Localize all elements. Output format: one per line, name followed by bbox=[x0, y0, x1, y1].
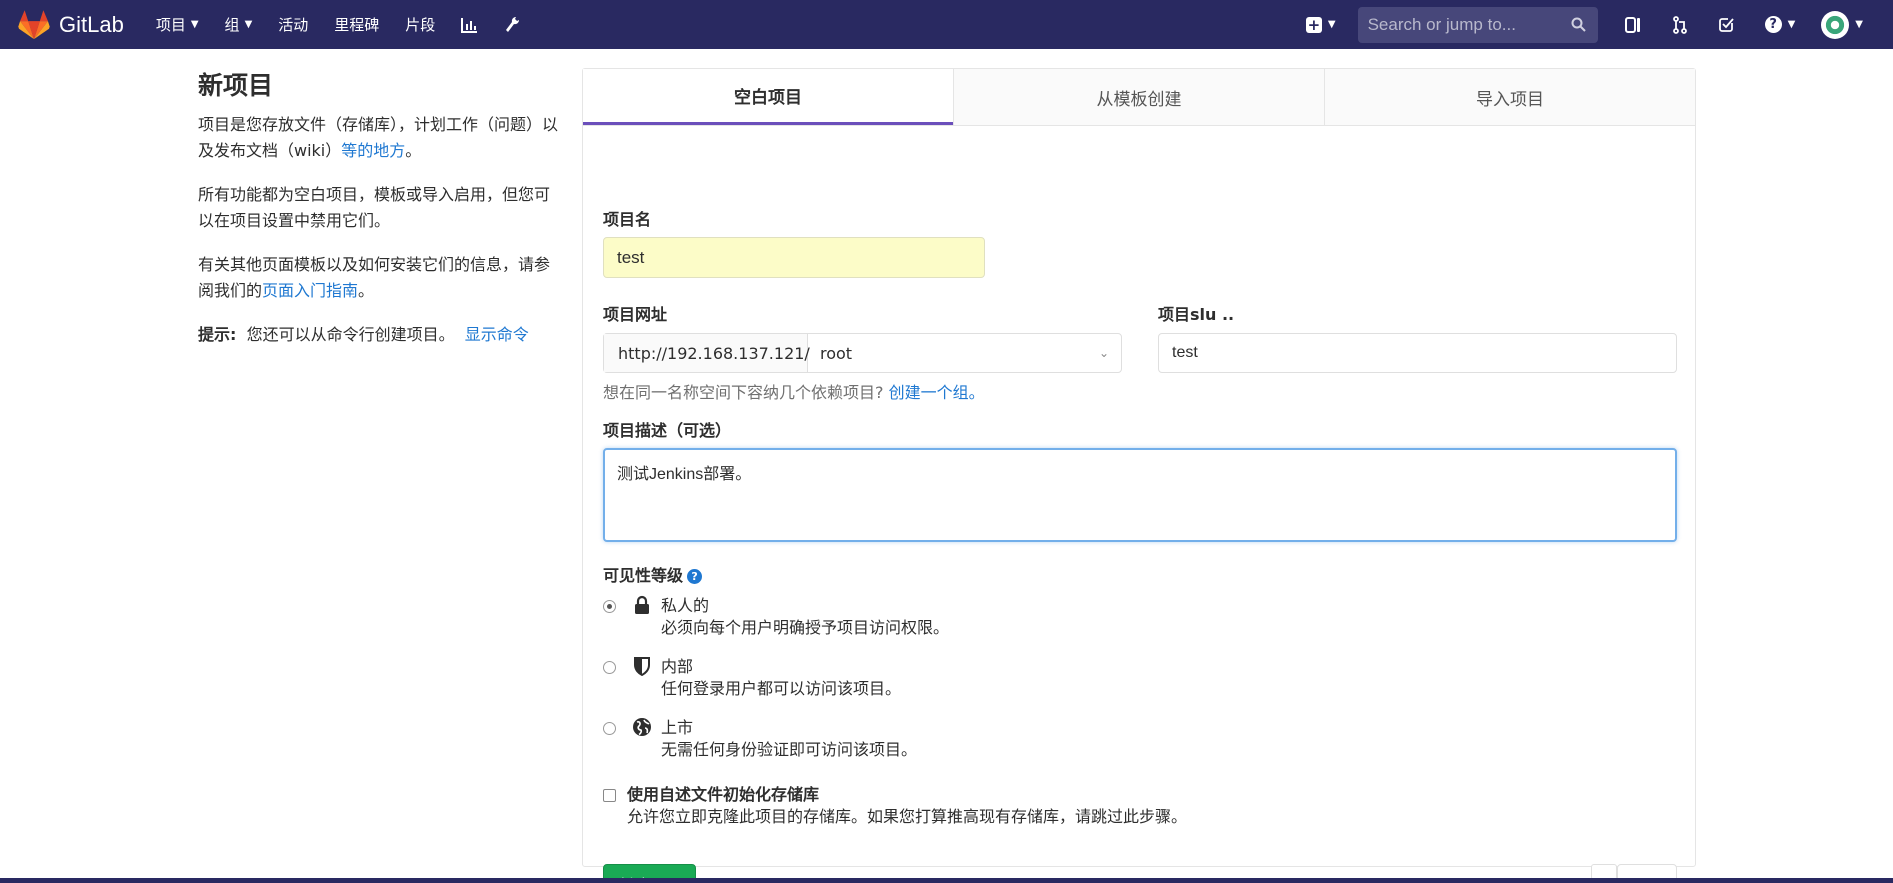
nav-milestones[interactable]: 里程碑 bbox=[334, 14, 379, 35]
namespace-select[interactable]: root ⌄ bbox=[808, 334, 1121, 372]
shield-icon bbox=[631, 656, 653, 700]
gitlab-logo[interactable]: GitLab bbox=[18, 9, 124, 40]
project-name-label: 项目名 bbox=[603, 210, 652, 229]
group-help-question: 想在同一名称空间下容纳几个依赖项目? bbox=[603, 383, 884, 402]
readme-checkbox[interactable] bbox=[603, 789, 616, 802]
readme-title: 使用自述文件初始化存储库 bbox=[627, 785, 820, 804]
readme-desc: 允许您立即克隆此项目的存储库。如果您打算推高现有存储库，请跳过此步骤。 bbox=[627, 807, 1188, 826]
public-title: 上市 bbox=[661, 718, 694, 737]
nav-activity-label: 活动 bbox=[278, 16, 309, 34]
chevron-down-icon: ▼ bbox=[1787, 19, 1796, 30]
project-name-input[interactable] bbox=[603, 237, 985, 278]
tab-import-project[interactable]: 导入项目 bbox=[1324, 69, 1695, 125]
chart-icon[interactable] bbox=[461, 17, 478, 33]
nav-snippets-label: 片段 bbox=[405, 16, 436, 34]
intro-link[interactable]: 等的地方 bbox=[341, 141, 405, 160]
chevron-down-icon: ⌄ bbox=[1098, 346, 1109, 360]
search-icon bbox=[1571, 17, 1586, 32]
todo-icon[interactable] bbox=[1718, 16, 1735, 33]
help-dropdown[interactable]: ? ▼ bbox=[1764, 16, 1796, 33]
visibility-label-text: 可见性等级 bbox=[603, 566, 684, 585]
tab-create-from-template[interactable]: 从模板创建 bbox=[953, 69, 1324, 125]
info-column: 新项目 项目是您存放文件（存储库），计划工作（问题）以及发布文档（wiki）等的… bbox=[198, 66, 558, 366]
plus-icon: + bbox=[1305, 15, 1322, 34]
private-title: 私人的 bbox=[661, 596, 710, 615]
description-label: 项目描述（可选） bbox=[603, 421, 732, 440]
nav-projects-label: 项目 bbox=[155, 16, 186, 34]
nav-milestones-label: 里程碑 bbox=[334, 16, 380, 34]
wrench-icon[interactable] bbox=[504, 16, 521, 34]
globe-icon bbox=[631, 717, 653, 761]
intro-end: 。 bbox=[405, 141, 422, 160]
private-desc: 必须向每个用户明确授予项目访问权限。 bbox=[661, 618, 950, 637]
project-url-label: 项目网址 bbox=[603, 305, 668, 324]
new-project-panel: 空白项目 从模板创建 导入项目 项目名 项目网址 http://192.168.… bbox=[582, 68, 1696, 883]
tip-text: 您还可以从命令行创建项目。 bbox=[246, 325, 455, 344]
internal-desc: 任何登录用户都可以访问该项目。 bbox=[661, 679, 902, 698]
visibility-label: 可见性等级? bbox=[603, 562, 703, 586]
chevron-down-icon: ▼ bbox=[190, 19, 199, 30]
lock-icon bbox=[631, 595, 653, 639]
tip-paragraph: 提示: 您还可以从命令行创建项目。 显示命令 bbox=[198, 322, 558, 348]
intro-paragraph: 项目是您存放文件（存储库），计划工作（问题）以及发布文档（wiki）等的地方。 bbox=[198, 112, 558, 164]
new-dropdown-button[interactable]: + ▼ bbox=[1305, 15, 1336, 34]
search-input[interactable] bbox=[1367, 14, 1558, 35]
help-icon[interactable]: ? bbox=[687, 569, 703, 584]
search-box[interactable] bbox=[1357, 6, 1598, 43]
public-radio[interactable] bbox=[603, 722, 616, 735]
tab-blank-project[interactable]: 空白项目 bbox=[583, 69, 953, 125]
project-url-group: http://192.168.137.121/ root ⌄ bbox=[603, 333, 1122, 373]
visibility-private-option[interactable]: 私人的 必须向每个用户明确授予项目访问权限。 bbox=[603, 595, 949, 639]
url-prefix: http://192.168.137.121/ bbox=[604, 334, 810, 372]
merge-request-icon[interactable] bbox=[1672, 15, 1688, 34]
project-tabs: 空白项目 从模板创建 导入项目 bbox=[583, 69, 1695, 126]
internal-title: 内部 bbox=[661, 657, 694, 676]
create-group-link[interactable]: 创建一个组。 bbox=[889, 383, 985, 402]
chevron-down-icon: ▼ bbox=[244, 19, 253, 30]
chevron-down-icon: ▼ bbox=[1855, 19, 1863, 30]
readme-option[interactable]: 使用自述文件初始化存储库 允许您立即克隆此项目的存储库。如果您打算推高现有存储库… bbox=[603, 784, 1187, 828]
user-menu[interactable]: ▼ bbox=[1821, 10, 1863, 39]
pages-guide-link[interactable]: 页面入门指南 bbox=[262, 281, 358, 300]
nav-groups[interactable]: 组 ▼ bbox=[225, 14, 253, 35]
pages-paragraph: 有关其他页面模板以及如何安装它们的信息，请参阅我们的页面入门指南。 bbox=[198, 252, 558, 304]
visibility-public-option[interactable]: 上市 无需任何身份验证即可访问该项目。 bbox=[603, 717, 917, 761]
question-icon: ? bbox=[1764, 16, 1782, 33]
nav-groups-label: 组 bbox=[224, 16, 240, 34]
nav-snippets[interactable]: 片段 bbox=[405, 14, 435, 35]
pages-end: 。 bbox=[358, 281, 375, 300]
features-paragraph: 所有功能都为空白项目，模板或导入启用，但您可以在项目设置中禁用它们。 bbox=[198, 185, 551, 230]
project-slug-input[interactable] bbox=[1158, 333, 1677, 373]
private-radio[interactable] bbox=[603, 600, 616, 613]
tip-label: 提示: bbox=[198, 325, 237, 344]
brand-name: GitLab bbox=[59, 11, 124, 37]
internal-radio[interactable] bbox=[603, 661, 616, 674]
top-navbar: GitLab 项目 ▼ 组 ▼ 活动 里程碑 片段 + ▼ Search or … bbox=[0, 0, 1893, 49]
avatar bbox=[1821, 10, 1850, 39]
page-title: 新项目 bbox=[198, 71, 274, 100]
visibility-internal-option[interactable]: 内部 任何登录用户都可以访问该项目。 bbox=[603, 656, 901, 700]
tanuki-icon bbox=[18, 9, 50, 39]
project-slug-label: 项目slu .. bbox=[1158, 305, 1235, 324]
nav-activity[interactable]: 活动 bbox=[278, 14, 308, 35]
show-command-link[interactable]: 显示命令 bbox=[465, 325, 529, 344]
group-help-text: 想在同一名称空间下容纳几个依赖项目? 创建一个组。 bbox=[603, 379, 985, 403]
public-desc: 无需任何身份验证即可访问该项目。 bbox=[661, 740, 918, 759]
namespace-value: root bbox=[820, 343, 853, 363]
nav-projects[interactable]: 项目 ▼ bbox=[156, 14, 199, 35]
chevron-down-icon: ▼ bbox=[1327, 19, 1336, 30]
bottom-edge bbox=[0, 878, 1893, 883]
description-textarea[interactable]: 测试Jenkins部署。 bbox=[603, 448, 1677, 542]
issues-icon[interactable] bbox=[1624, 16, 1642, 34]
